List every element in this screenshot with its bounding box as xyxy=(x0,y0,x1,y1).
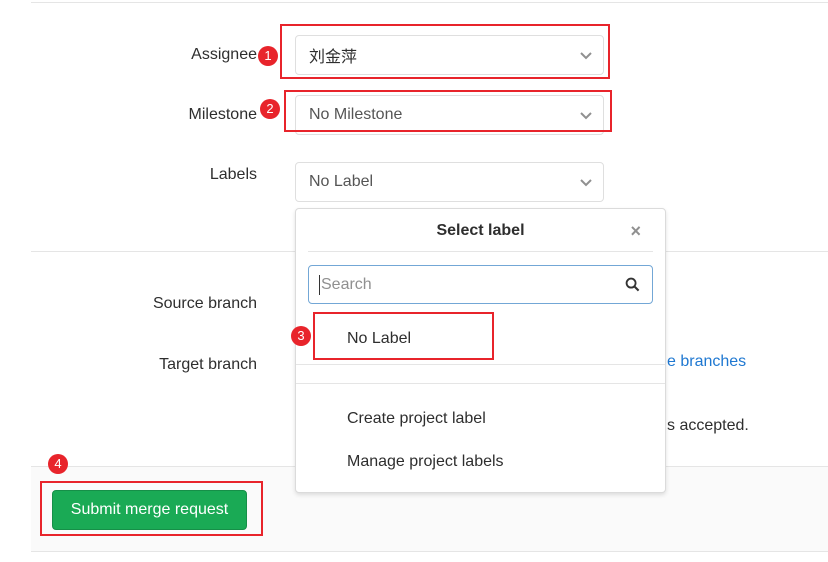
milestone-label: Milestone xyxy=(188,106,257,123)
highlight-box-2 xyxy=(284,90,612,132)
annotation-badge-3: 3 xyxy=(291,326,311,346)
chevron-down-icon xyxy=(580,179,592,187)
annotation-badge-2: 2 xyxy=(260,99,280,119)
top-divider xyxy=(31,2,828,3)
dropdown-divider xyxy=(296,364,665,365)
label-search-input[interactable]: Search xyxy=(308,265,653,304)
manage-labels-option[interactable]: Manage project labels xyxy=(347,453,504,471)
contribution-note: s accepted. xyxy=(667,417,749,434)
compare-branches-link[interactable]: e branches xyxy=(667,353,746,371)
labels-label: Labels xyxy=(209,166,257,183)
highlight-box-1 xyxy=(280,24,610,79)
dropdown-divider xyxy=(296,383,665,384)
labels-value: No Label xyxy=(309,173,374,190)
create-label-option[interactable]: Create project label xyxy=(347,410,486,428)
annotation-badge-4: 4 xyxy=(48,454,68,474)
search-icon xyxy=(625,277,640,292)
text-caret xyxy=(319,274,320,295)
target-branch-label: Target branch xyxy=(159,356,257,373)
highlight-box-4 xyxy=(40,481,263,536)
annotation-badge-1: 1 xyxy=(258,46,278,66)
assignee-label: Assignee xyxy=(191,46,257,63)
highlight-box-3 xyxy=(313,312,494,360)
source-branch-label: Source branch xyxy=(152,295,257,312)
labels-select[interactable]: No Label xyxy=(295,162,604,202)
dropdown-title: Select label xyxy=(436,222,525,239)
dropdown-title-divider xyxy=(308,251,653,252)
close-icon[interactable]: × xyxy=(630,221,641,242)
search-placeholder: Search xyxy=(321,275,372,293)
